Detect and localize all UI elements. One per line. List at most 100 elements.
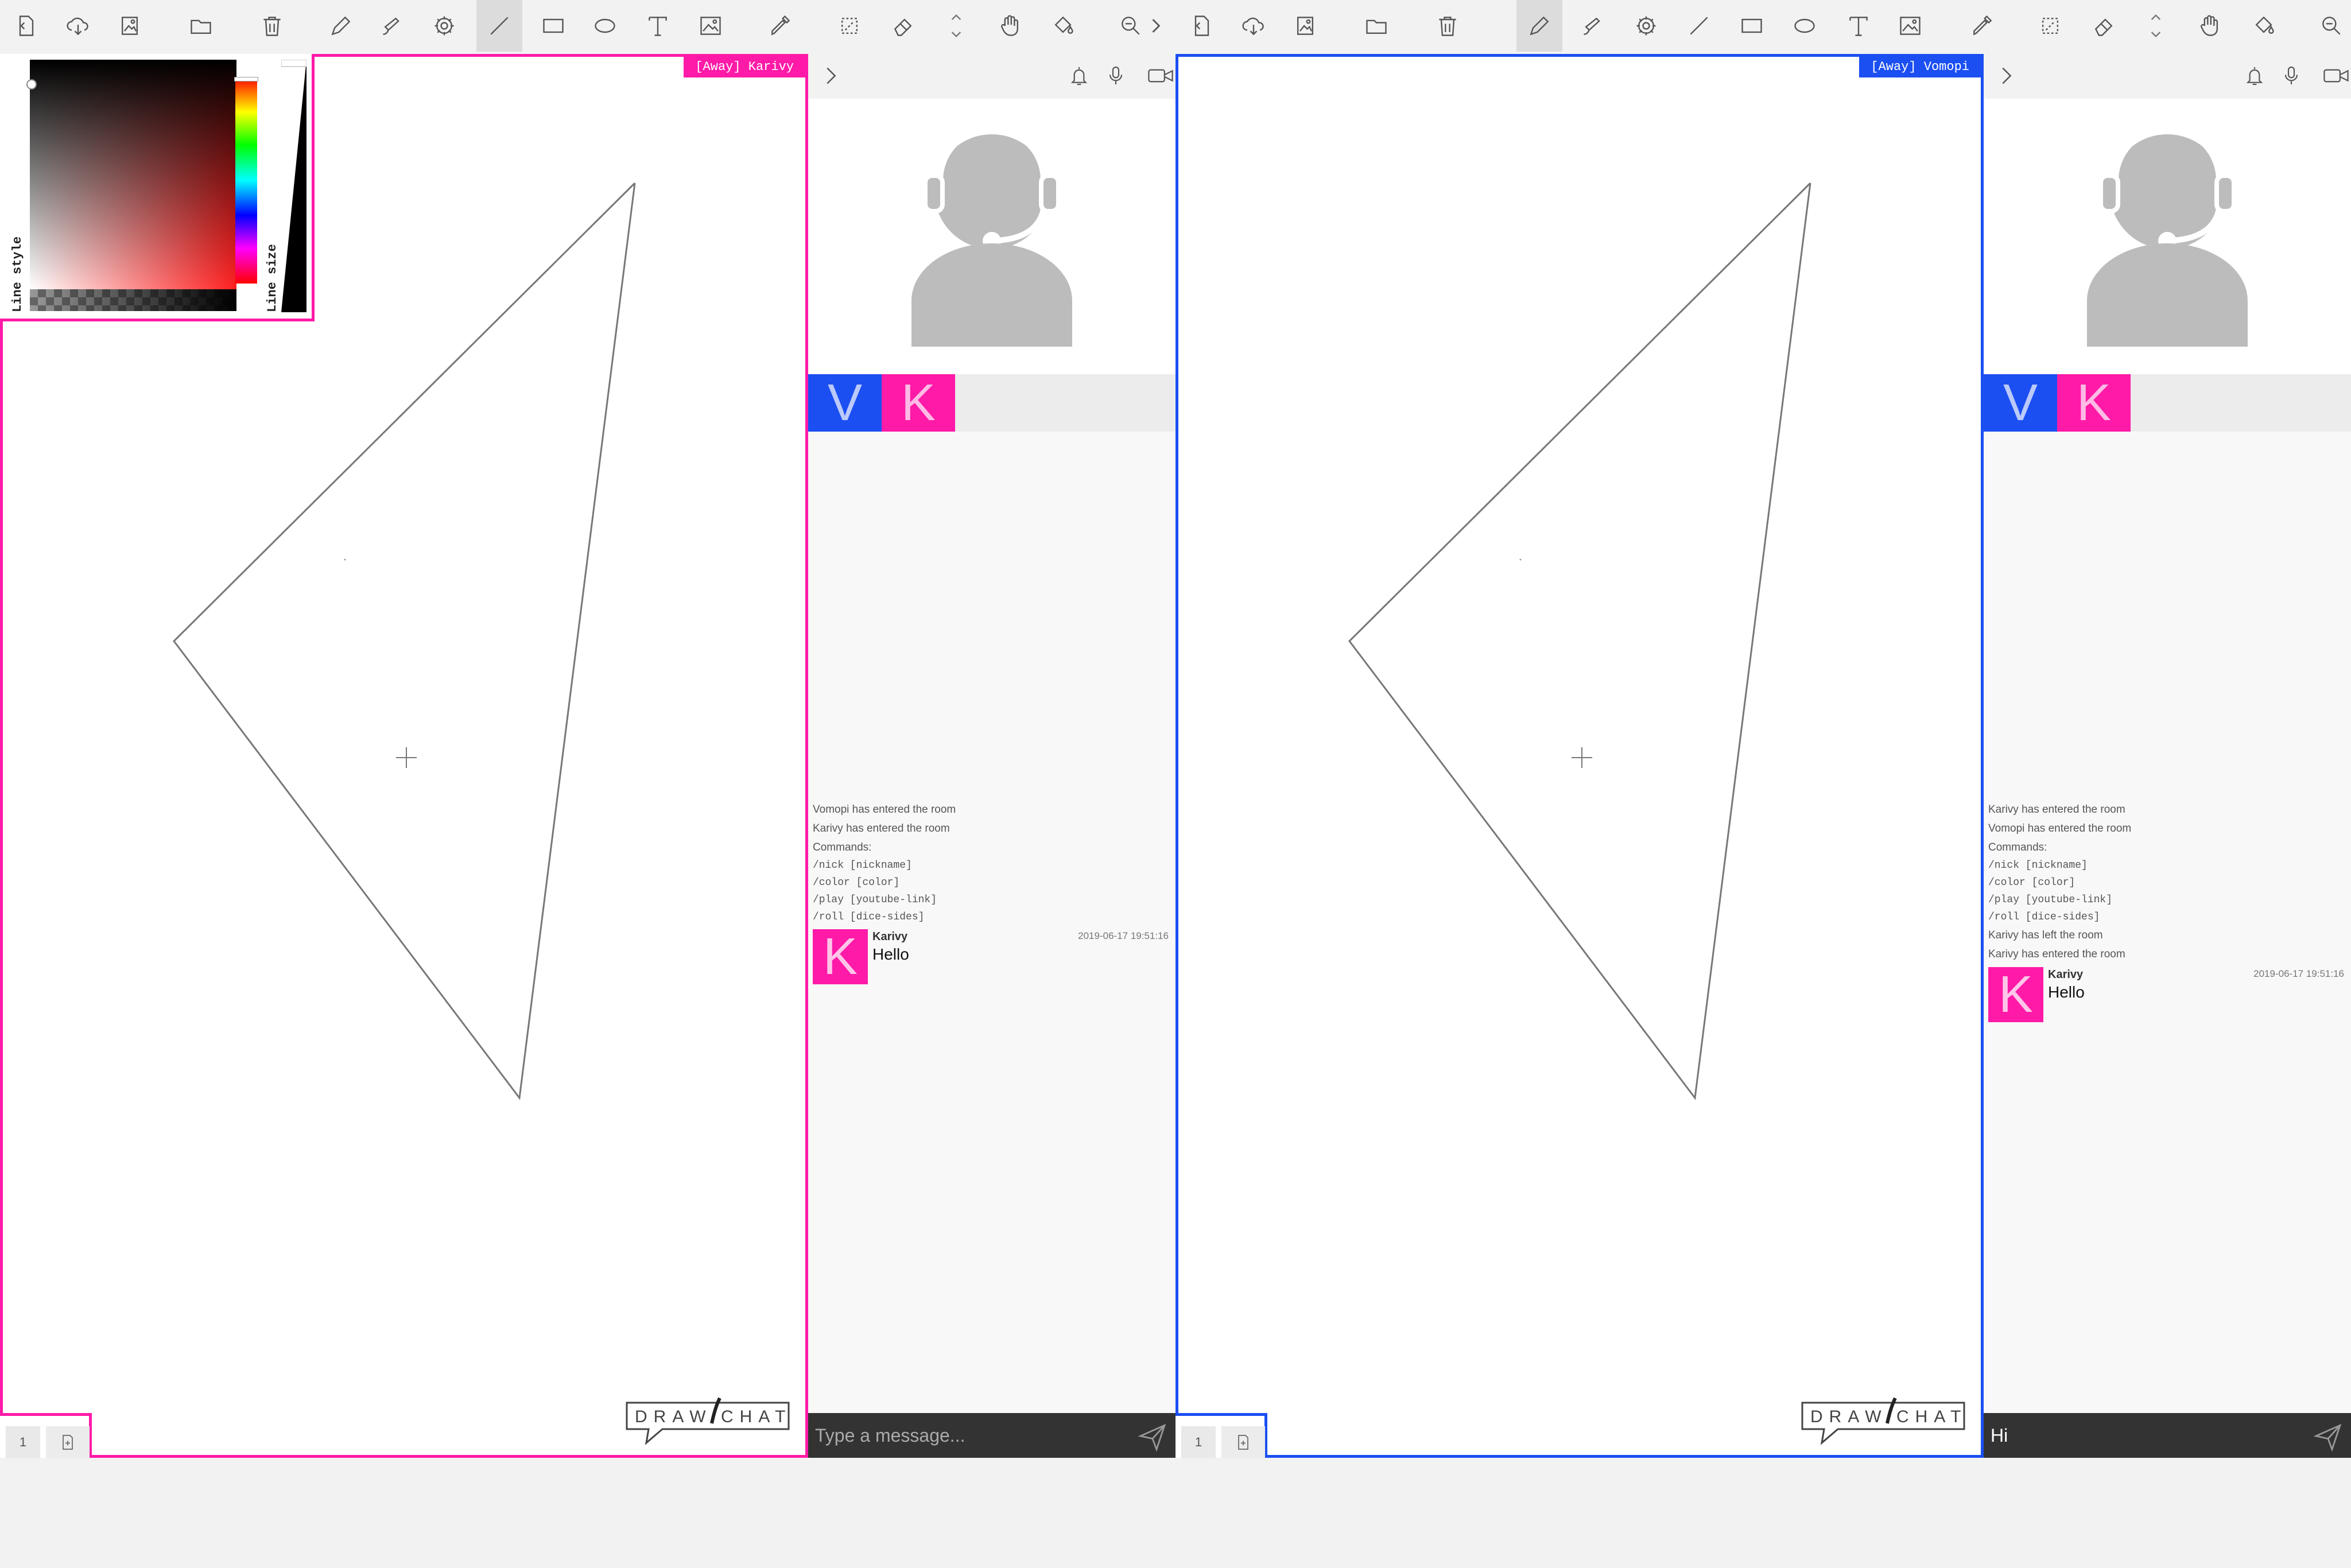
triangle-drawing [1348, 182, 1811, 1100]
collapse-sidebar-icon[interactable] [1995, 64, 2018, 87]
user-chip-vomopi[interactable]: V [808, 374, 882, 432]
fill-bucket-button[interactable] [2241, 0, 2287, 52]
hand-pan-button[interactable] [2187, 0, 2233, 52]
rectangle-tool-button[interactable] [1729, 0, 1775, 52]
drawing-canvas[interactable]: [Away] Vomopi [1176, 54, 1984, 1458]
ellipse-tool-button[interactable] [582, 0, 628, 52]
image-export-button[interactable] [1282, 0, 1328, 52]
scroll-updown-button[interactable] [2133, 0, 2179, 52]
message-list: Karivy has entered the room Vomopi has e… [1988, 800, 2344, 1030]
new-file-button[interactable] [3, 0, 49, 52]
eyedropper-tool-button[interactable] [1960, 0, 2005, 52]
line-tool-button[interactable] [476, 0, 522, 52]
eraser-dashed-button[interactable] [827, 0, 872, 52]
cloud-download-button[interactable] [55, 0, 101, 52]
eyedropper-tool-button[interactable] [758, 0, 804, 52]
image-insert-button[interactable] [688, 0, 734, 52]
user-chip-karivy[interactable]: K [882, 374, 955, 432]
cloud-download-icon [1242, 17, 1264, 36]
cloud-download-icon [67, 17, 88, 36]
new-file-button[interactable] [1179, 0, 1225, 52]
image-export-icon [1297, 17, 1314, 35]
toolbar [1176, 0, 2351, 54]
line-size-slider[interactable] [281, 60, 307, 312]
line-tool-button[interactable] [1676, 0, 1722, 52]
user-list: V K [808, 374, 1176, 432]
hand-pan-button[interactable] [987, 0, 1033, 52]
message-timestamp: 2019-06-17 19:51:16 [1078, 930, 1169, 941]
open-folder-button[interactable] [178, 0, 224, 52]
expand-toolbar-button[interactable] [1133, 0, 1179, 52]
collapse-sidebar-icon[interactable] [820, 64, 843, 87]
message-input[interactable] [1991, 1419, 2300, 1452]
settings-icon [434, 16, 454, 36]
add-page-icon [63, 1435, 73, 1450]
page-number[interactable]: 1 [6, 1426, 40, 1458]
settings-button[interactable] [421, 0, 467, 52]
send-icon[interactable] [2312, 1420, 2344, 1452]
chevron-right-icon [1152, 19, 1161, 33]
hand-pan-icon [1001, 15, 1019, 36]
toolbar [0, 0, 1176, 54]
video-camera-icon[interactable] [2322, 63, 2350, 88]
brush-icon [383, 17, 399, 35]
hue-handle[interactable] [234, 77, 258, 81]
page-number[interactable]: 1 [1181, 1426, 1216, 1458]
cloud-download-button[interactable] [1231, 0, 1277, 52]
alpha-gradient [30, 289, 236, 311]
chat-sidebar: V K Karivy has entered the room Vomopi h… [1984, 54, 2351, 1458]
sv-handle[interactable] [26, 79, 37, 90]
text-tool-button[interactable] [635, 0, 681, 52]
bell-icon[interactable] [2243, 63, 2266, 88]
message-input[interactable] [815, 1419, 1125, 1452]
ellipse-tool-button[interactable] [1782, 0, 1828, 52]
pencil-tool-button[interactable] [318, 0, 364, 52]
message-author: Karivy [2048, 968, 2084, 981]
eyedropper-icon [1973, 15, 1992, 36]
settings-button[interactable] [1623, 0, 1669, 52]
bell-icon[interactable] [1068, 63, 1091, 88]
eraser-dashed-icon [841, 17, 858, 34]
video-camera-icon[interactable] [1147, 63, 1174, 88]
system-message: Vomopi has entered the room [1988, 822, 2132, 835]
saturation-value-picker[interactable] [30, 60, 236, 289]
image-export-button[interactable] [107, 0, 153, 52]
clear-canvas-button[interactable] [249, 0, 295, 52]
rectangle-tool-button[interactable] [530, 0, 576, 52]
microphone-icon[interactable] [2280, 63, 2303, 88]
clear-canvas-button[interactable] [1425, 0, 1471, 52]
command-help: /color [color] [1988, 877, 2075, 888]
rectangle-icon [543, 18, 564, 33]
pencil-tool-button[interactable] [1516, 0, 1562, 52]
scroll-updown-icon [951, 14, 961, 38]
user-chip-vomopi[interactable]: V [1984, 374, 2057, 432]
scroll-updown-button[interactable] [933, 0, 979, 52]
text-tool-icon [649, 17, 667, 36]
add-page-button[interactable] [1221, 1426, 1265, 1458]
hand-pan-icon [2201, 15, 2218, 36]
eraser-dashed-icon [2042, 17, 2059, 34]
scroll-updown-icon [2151, 14, 2161, 38]
brush-tool-button[interactable] [370, 0, 416, 52]
system-message: Commands: [813, 841, 872, 853]
line-size-label: Line size [265, 244, 280, 312]
chat-message: K Karivy Hello 2019-06-17 19:51:16 [1988, 966, 2344, 1030]
ellipse-icon [1794, 18, 1815, 33]
image-insert-button[interactable] [1887, 0, 1933, 52]
microphone-icon[interactable] [1104, 63, 1127, 88]
brush-tool-button[interactable] [1570, 0, 1616, 52]
fill-bucket-button[interactable] [1040, 0, 1086, 52]
text-tool-button[interactable] [1836, 0, 1881, 52]
logo-text-draw: DRAW [635, 1407, 712, 1426]
eraser-button[interactable] [2081, 0, 2127, 52]
eraser-dashed-button[interactable] [2027, 0, 2073, 52]
command-help: /color [color] [813, 877, 900, 888]
eraser-button[interactable] [880, 0, 926, 52]
hue-slider[interactable] [235, 77, 257, 284]
send-icon[interactable] [1136, 1420, 1169, 1452]
user-chip-karivy[interactable]: K [2057, 374, 2131, 432]
avatar: K [813, 928, 868, 985]
zoom-button[interactable] [2309, 0, 2351, 52]
open-folder-button[interactable] [1353, 0, 1399, 52]
add-page-button[interactable] [46, 1426, 90, 1458]
